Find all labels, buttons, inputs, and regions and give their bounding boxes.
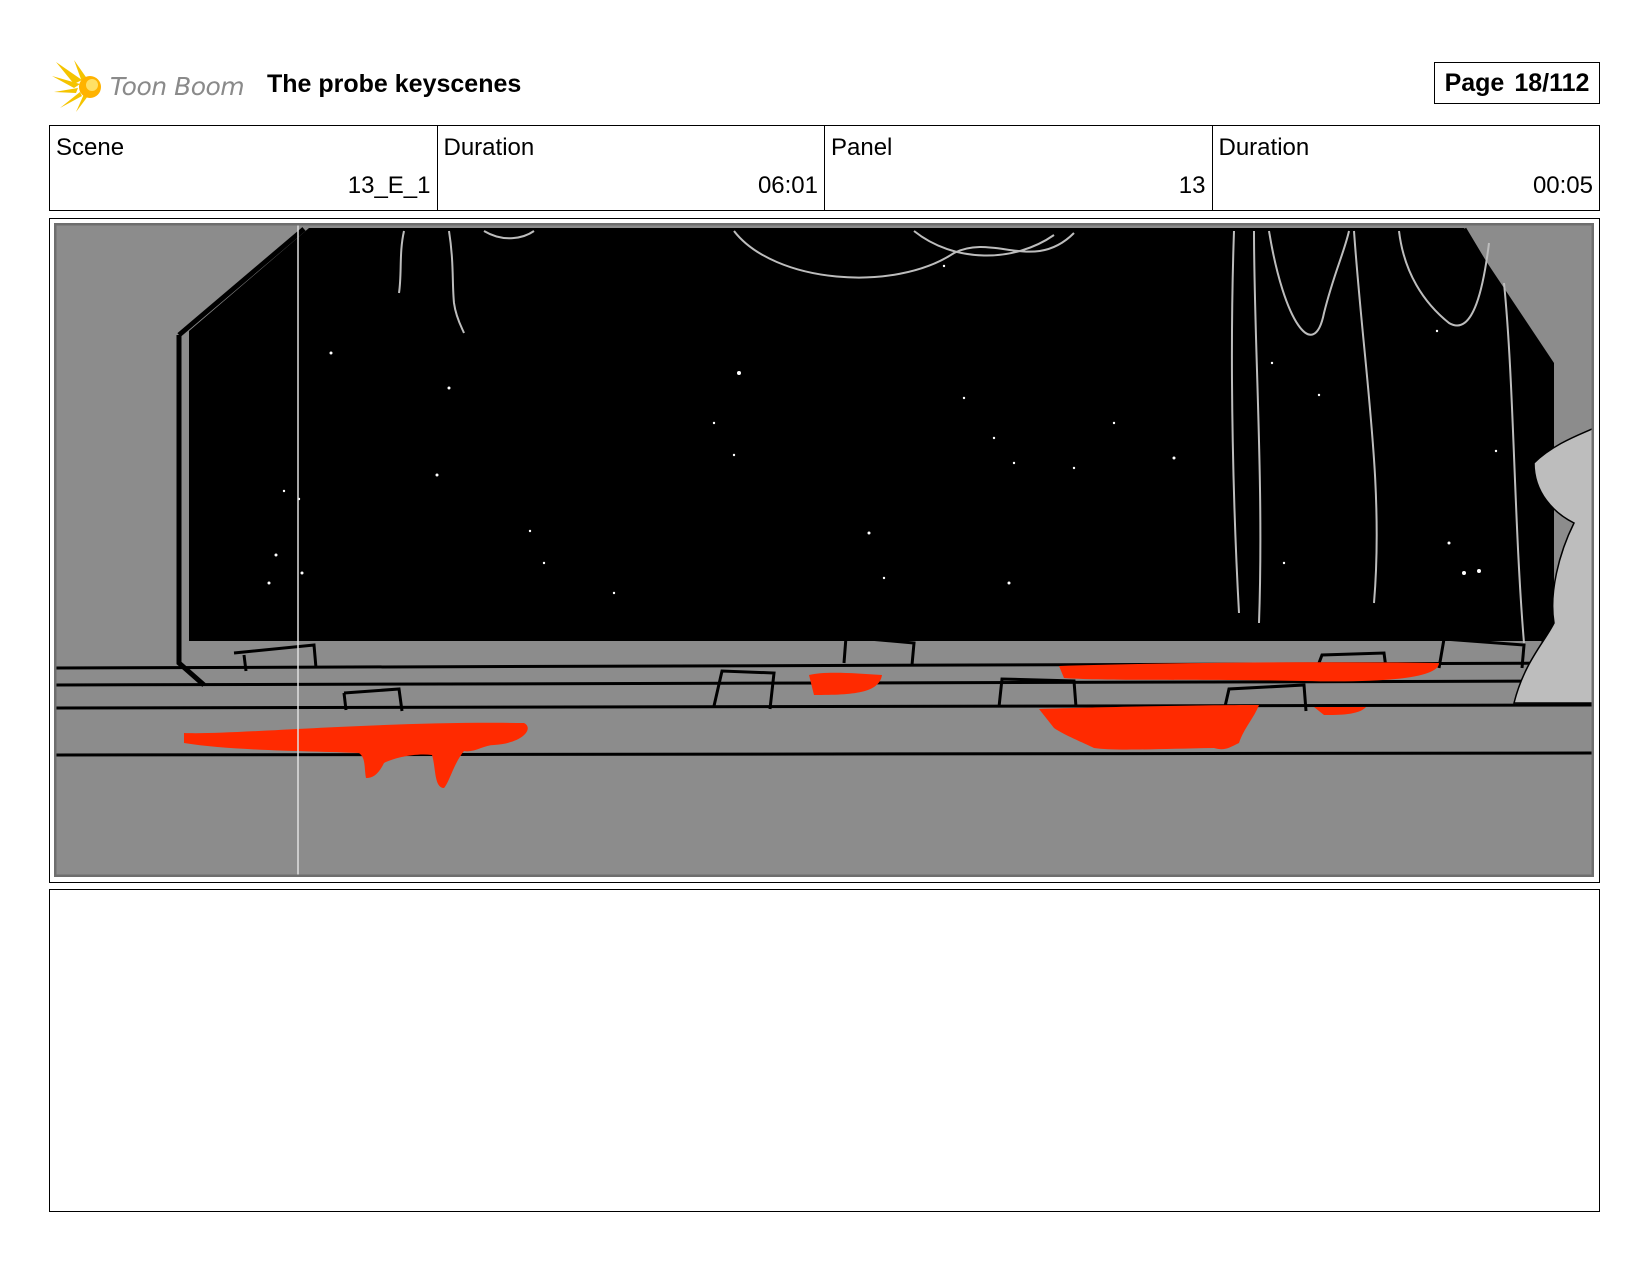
toon-boom-logo: Toon Boom bbox=[52, 58, 245, 114]
space-window bbox=[189, 228, 1554, 641]
scene-label: Scene bbox=[56, 134, 125, 161]
scene-duration-value: 06:01 bbox=[757, 172, 818, 199]
scene-value: 13_E_1 bbox=[347, 172, 431, 199]
storyboard-panel bbox=[49, 218, 1600, 883]
notes-box bbox=[49, 889, 1600, 1212]
toon-boom-logo-icon bbox=[52, 60, 101, 112]
panel-duration-label: Duration bbox=[1218, 134, 1310, 161]
storyboard-sketch-image bbox=[54, 223, 1594, 877]
scene-info-table: Scene 13_E_1 Duration 06:01 Panel 13 Dur… bbox=[49, 125, 1600, 211]
document-title: The probe keyscenes bbox=[267, 70, 522, 98]
page-indicator: Page 18/112 bbox=[1434, 62, 1600, 104]
scene-cell: Scene 13_E_1 bbox=[50, 126, 438, 210]
panel-duration-cell: Duration 00:05 bbox=[1213, 126, 1600, 210]
scene-duration-cell: Duration 06:01 bbox=[438, 126, 825, 210]
panel-label: Panel bbox=[831, 134, 893, 161]
page-label: Page bbox=[1444, 68, 1505, 97]
scene-duration-label: Duration bbox=[443, 134, 535, 161]
panel-cell: Panel 13 bbox=[825, 126, 1213, 210]
logo-text: Toon Boom bbox=[110, 71, 245, 101]
panel-duration-value: 00:05 bbox=[1532, 172, 1593, 199]
page-number: 18/112 bbox=[1514, 68, 1590, 97]
panel-value: 13 bbox=[1178, 172, 1206, 199]
